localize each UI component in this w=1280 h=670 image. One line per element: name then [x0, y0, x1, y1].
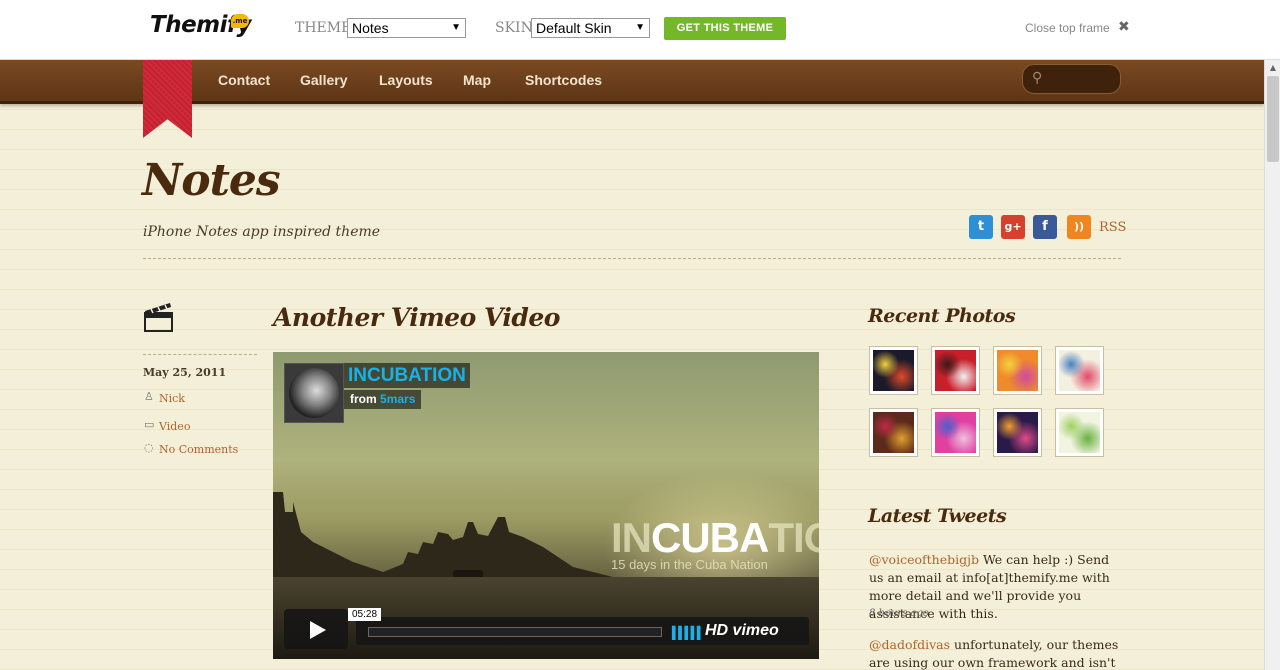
recent-photo-thumb[interactable] — [1055, 408, 1104, 457]
video-from-label: from — [350, 392, 377, 406]
video-title[interactable]: INCUBATION — [344, 363, 470, 388]
nav-item-shortcodes[interactable]: Shortcodes — [525, 72, 602, 88]
nav-item-map[interactable]: Map — [463, 72, 491, 88]
tweet-handle-link[interactable]: @dadofdivas — [869, 637, 950, 652]
meta-divider — [143, 354, 257, 355]
facebook-icon[interactable]: f — [1033, 215, 1057, 239]
post-date: May 25, 2011 — [143, 366, 227, 379]
folder-icon: ▭ — [144, 418, 155, 431]
tweet-handle-link[interactable]: @voiceofthebigjb — [869, 552, 979, 567]
recent-photo-thumb[interactable] — [993, 346, 1042, 395]
scroll-thumb[interactable] — [1267, 76, 1279, 162]
tweet-time: 8 hours ago — [869, 608, 929, 619]
close-icon[interactable]: ✖ — [1118, 19, 1130, 35]
vimeo-user-avatar[interactable] — [284, 363, 344, 423]
page-scrollbar[interactable]: ▲ — [1264, 60, 1280, 670]
play-icon — [310, 621, 326, 639]
video-overlay-subtitle: 15 days in the Cuba Nation — [611, 557, 768, 572]
dropdown-arrow-icon: ▼ — [451, 22, 461, 33]
header-divider — [143, 258, 1121, 259]
search-icon: ⚲ — [1032, 70, 1043, 86]
skin-select-value: Default Skin — [536, 20, 612, 36]
play-button[interactable] — [284, 609, 348, 649]
twitter-icon[interactable]: t — [969, 215, 993, 239]
nav-item-gallery[interactable]: Gallery — [300, 72, 347, 88]
dropdown-arrow-icon: ▼ — [635, 22, 645, 33]
nav-item-contact[interactable]: Contact — [218, 72, 270, 88]
volume-icon[interactable]: ▌▌▌▌▌ — [672, 626, 704, 640]
clapperboard-icon — [144, 303, 173, 332]
post-comments-link[interactable]: No Comments — [159, 443, 238, 456]
video-duration: 05:28 — [348, 608, 382, 621]
post-title[interactable]: Another Vimeo Video — [273, 303, 560, 332]
theme-select-value: Notes — [352, 20, 389, 36]
close-top-frame-link[interactable]: Close top frame — [1025, 21, 1110, 35]
vimeo-video-player[interactable]: INCUBATION from 5mars INCUBATION 15 days… — [273, 352, 819, 659]
recent-photo-thumb[interactable] — [1055, 346, 1104, 395]
tweet-item: @dadofdivas unfortunately, our themes ar… — [869, 636, 1124, 670]
logo-badge: .me — [231, 14, 249, 28]
rss-icon[interactable]: )) — [1067, 215, 1091, 239]
nav-item-layouts[interactable]: Layouts — [379, 72, 433, 88]
recent-photo-thumb[interactable] — [869, 346, 918, 395]
get-this-theme-button[interactable]: GET THIS THEME — [664, 17, 786, 40]
hd-vimeo-logo[interactable]: HD vimeo — [705, 622, 779, 640]
recent-photos-title: Recent Photos — [868, 305, 1016, 327]
recent-photo-thumb[interactable] — [931, 408, 980, 457]
site-title[interactable]: Notes — [142, 155, 281, 206]
skin-select[interactable]: Default Skin ▼ — [531, 18, 650, 38]
comment-icon: ◌ — [144, 441, 154, 454]
post-category-link[interactable]: Video — [159, 420, 190, 433]
recent-photo-thumb[interactable] — [869, 408, 918, 457]
video-byline[interactable]: from 5mars — [344, 390, 422, 409]
recent-photo-thumb[interactable] — [993, 408, 1042, 457]
bookmark-ribbon — [143, 60, 192, 138]
recent-photo-thumb[interactable] — [931, 346, 980, 395]
rss-link[interactable]: RSS — [1099, 220, 1126, 235]
theme-label: THEME — [295, 20, 352, 36]
google-plus-icon[interactable]: g+ — [1001, 215, 1025, 239]
skin-label: SKIN — [495, 20, 533, 36]
user-icon: ♙ — [144, 390, 154, 403]
theme-select[interactable]: Notes ▼ — [347, 18, 466, 38]
demo-top-frame: Themify .me THEME Notes ▼ SKIN Default S… — [0, 0, 1280, 60]
video-user-link[interactable]: 5mars — [380, 392, 415, 406]
post-author-link[interactable]: Nick — [159, 392, 185, 405]
search-input[interactable]: ⚲ — [1022, 64, 1121, 94]
video-progress-track[interactable] — [368, 627, 662, 637]
video-overlay-title: INCUBATION — [611, 514, 819, 561]
scroll-up-icon[interactable]: ▲ — [1265, 60, 1280, 76]
latest-tweets-title: Latest Tweets — [868, 505, 1007, 527]
site-tagline: iPhone Notes app inspired theme — [143, 224, 381, 240]
